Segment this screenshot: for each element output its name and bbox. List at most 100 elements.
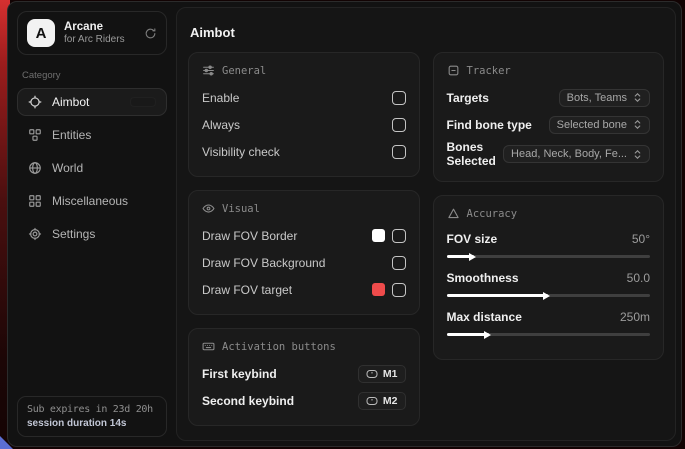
find-bone-type-select[interactable]: Selected bone	[549, 116, 650, 134]
setting-label: Always	[202, 118, 240, 132]
first-keybind-button[interactable]: M1	[358, 365, 406, 383]
setting-row: First keybind M1	[202, 362, 406, 385]
right-column: Tracker Targets Bots, Teams	[433, 52, 665, 426]
fov-border-color-swatch[interactable]	[372, 229, 385, 242]
draw-fov-border-checkbox[interactable]	[392, 229, 406, 243]
setting-label: Targets	[447, 91, 489, 105]
setting-row: Draw FOV Background	[202, 251, 406, 274]
setting-label: First keybind	[202, 367, 277, 381]
always-checkbox[interactable]	[392, 118, 406, 132]
setting-label: FOV size	[447, 232, 498, 246]
setting-label: Draw FOV Border	[202, 229, 297, 243]
brand-card: A Arcane for Arc Riders	[17, 11, 167, 55]
slider-thumb[interactable]	[543, 292, 550, 300]
setting-row: Find bone type Selected bone	[447, 113, 651, 136]
boxes-icon	[28, 128, 42, 142]
refresh-icon[interactable]	[144, 27, 157, 40]
setting-row: Enable	[202, 86, 406, 109]
fov-target-color-swatch[interactable]	[372, 283, 385, 296]
mouse-icon	[366, 369, 378, 379]
crosshair-icon	[28, 95, 42, 109]
chevron-updown-icon	[633, 119, 642, 130]
setting-label: Max distance	[447, 310, 522, 324]
slider-thumb[interactable]	[469, 253, 476, 261]
app-subtitle: for Arc Riders	[64, 34, 125, 45]
sidebar-item-settings[interactable]: Settings	[17, 220, 167, 248]
sidebar-item-label: Settings	[52, 227, 95, 241]
sidebar-item-aimbot[interactable]: Aimbot	[17, 88, 167, 116]
fov-size-slider[interactable]	[447, 255, 651, 258]
slider-value: 50.0	[627, 271, 650, 285]
setting-row: Draw FOV Border	[202, 224, 406, 247]
second-keybind-button[interactable]: M2	[358, 392, 406, 410]
app-window: A Arcane for Arc Riders Category Aimbot	[7, 1, 682, 447]
sidebar-nav: Aimbot Entities World	[17, 88, 167, 248]
screen: A Arcane for Arc Riders Category Aimbot	[0, 0, 685, 449]
keybind-value: M1	[383, 368, 398, 380]
triangle-icon	[447, 207, 460, 220]
accuracy-card: Accuracy FOV size 50°	[433, 195, 665, 360]
visibility-check-checkbox[interactable]	[392, 145, 406, 159]
subscription-card: Sub expires in 23d 20h session duration …	[17, 396, 167, 437]
ghost-badge	[130, 97, 156, 107]
eye-icon	[202, 202, 215, 215]
setting-label: Bones Selected	[447, 140, 504, 168]
sidebar-item-label: Entities	[52, 128, 91, 142]
chevron-updown-icon	[633, 149, 642, 160]
select-value: Bots, Teams	[567, 92, 627, 104]
brand-text: Arcane for Arc Riders	[64, 21, 125, 45]
setting-row: Draw FOV target	[202, 278, 406, 301]
page-title: Aimbot	[188, 17, 664, 52]
setting-label: Visibility check	[202, 145, 280, 159]
left-column: General Enable Always Visibility check	[188, 52, 420, 426]
targets-select[interactable]: Bots, Teams	[559, 89, 650, 107]
mouse-icon	[366, 396, 378, 406]
smoothness-slider[interactable]	[447, 294, 651, 297]
select-value: Head, Neck, Body, Fe...	[511, 148, 627, 160]
sidebar-item-label: Aimbot	[52, 95, 89, 109]
slider-thumb[interactable]	[484, 331, 491, 339]
enable-checkbox[interactable]	[392, 91, 406, 105]
slider-row: Max distance 250m	[447, 307, 651, 336]
sub-expiry-text: Sub expires in 23d 20h	[27, 404, 157, 415]
slider-fill	[447, 294, 549, 297]
draw-fov-background-checkbox[interactable]	[392, 256, 406, 270]
app-logo: A	[27, 19, 55, 47]
tracker-card: Tracker Targets Bots, Teams	[433, 52, 665, 182]
slider-fill	[447, 333, 490, 336]
setting-label: Find bone type	[447, 118, 532, 132]
card-title: Tracker	[467, 65, 511, 77]
slider-row: FOV size 50°	[447, 229, 651, 258]
slider-value: 250m	[620, 310, 650, 324]
sliders-icon	[202, 64, 215, 77]
setting-row: Visibility check	[202, 140, 406, 163]
sidebar-item-label: World	[52, 161, 83, 175]
slider-fill	[447, 255, 474, 258]
setting-row: Second keybind M2	[202, 389, 406, 412]
sidebar-item-entities[interactable]: Entities	[17, 121, 167, 149]
card-title: Activation buttons	[222, 341, 336, 353]
app-name: Arcane	[64, 21, 125, 33]
sidebar: A Arcane for Arc Riders Category Aimbot	[8, 2, 176, 446]
card-title: Accuracy	[467, 208, 518, 220]
main-panel: Aimbot General Enable	[176, 7, 676, 441]
card-title: General	[222, 65, 266, 77]
setting-label: Smoothness	[447, 271, 519, 285]
slider-row: Smoothness 50.0	[447, 268, 651, 297]
draw-fov-target-checkbox[interactable]	[392, 283, 406, 297]
session-duration-text: session duration 14s	[27, 418, 157, 429]
keybind-value: M2	[383, 395, 398, 407]
cursor-wedge	[0, 436, 13, 449]
setting-label: Second keybind	[202, 394, 294, 408]
grid-icon	[28, 194, 42, 208]
sidebar-item-world[interactable]: World	[17, 154, 167, 182]
setting-row: Always	[202, 113, 406, 136]
max-distance-slider[interactable]	[447, 333, 651, 336]
slider-value: 50°	[632, 232, 650, 246]
setting-label: Draw FOV target	[202, 283, 292, 297]
setting-label: Draw FOV Background	[202, 256, 325, 270]
sidebar-item-miscellaneous[interactable]: Miscellaneous	[17, 187, 167, 215]
bones-selected-select[interactable]: Head, Neck, Body, Fe...	[503, 145, 650, 163]
category-label: Category	[22, 70, 162, 81]
gear-icon	[28, 227, 42, 241]
